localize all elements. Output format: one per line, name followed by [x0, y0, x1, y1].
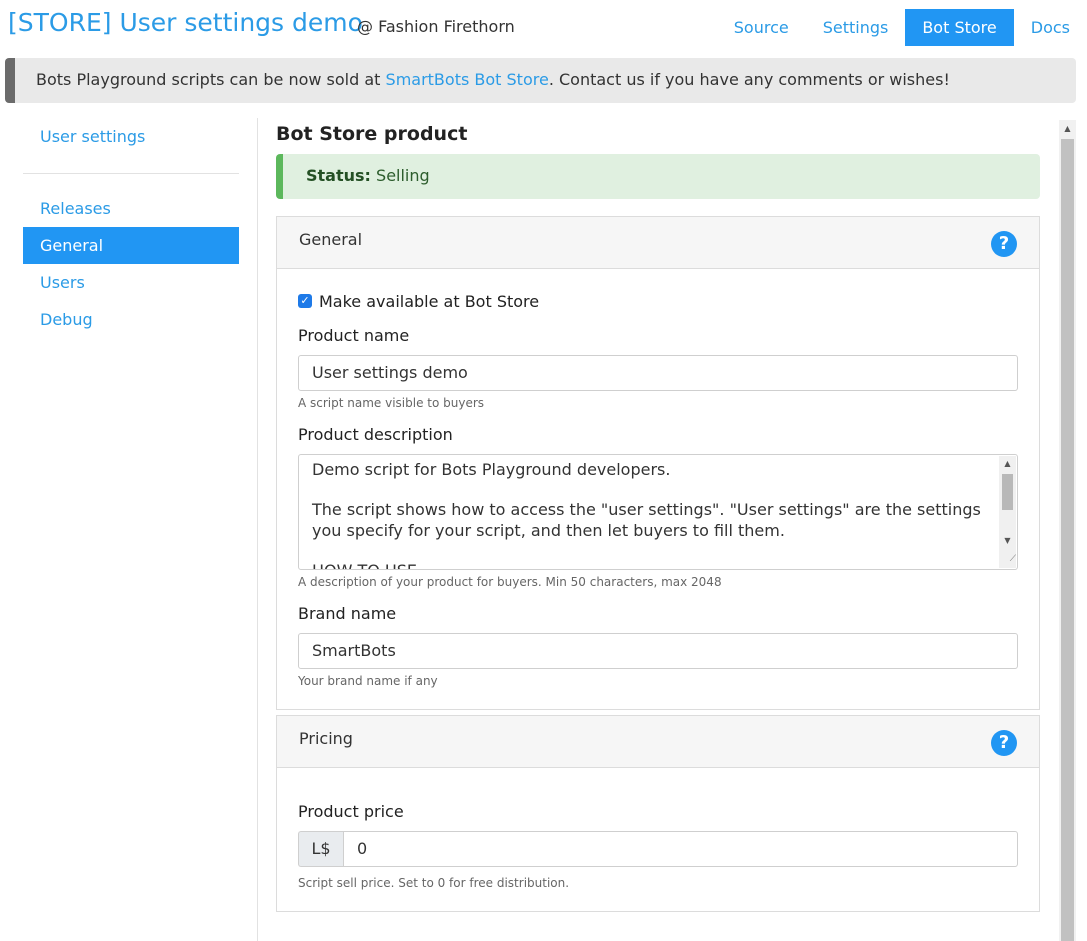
sidebar-item-releases[interactable]: Releases	[23, 190, 239, 227]
help-icon[interactable]: ?	[991, 730, 1017, 756]
available-checkbox-label[interactable]: Make available at Bot Store	[319, 292, 539, 311]
textarea-scrollbar[interactable]: ▲ ▼ ⟋	[999, 456, 1016, 568]
available-checkbox-row[interactable]: ✓ Make available at Bot Store	[298, 290, 1018, 312]
available-checkbox[interactable]: ✓	[298, 294, 312, 308]
product-name-input[interactable]: User settings demo	[298, 355, 1018, 391]
owner-label: @ Fashion Firethorn	[357, 17, 515, 36]
nav-settings[interactable]: Settings	[806, 9, 906, 46]
page-scrollbar[interactable]: ▲	[1059, 120, 1076, 941]
header: [STORE] User settings demo @ Fashion Fir…	[0, 0, 1087, 56]
banner-text-before: Bots Playground scripts can be now sold …	[36, 70, 386, 89]
product-price-input[interactable]: 0	[343, 831, 1018, 867]
product-description-textarea[interactable]: Demo script for Bots Playground develope…	[298, 454, 1018, 570]
general-panel-header: General ?	[277, 217, 1039, 269]
brand-name-input[interactable]: SmartBots	[298, 633, 1018, 669]
product-description-help: A description of your product for buyers…	[298, 575, 722, 589]
top-nav: Source Settings Bot Store Docs	[717, 9, 1087, 46]
nav-source[interactable]: Source	[717, 9, 806, 46]
sidebar-item-general[interactable]: General	[23, 227, 239, 264]
scroll-up-arrow-icon[interactable]: ▲	[1059, 122, 1076, 136]
resize-grip-icon[interactable]: ⟋	[1001, 554, 1016, 568]
help-icon[interactable]: ?	[991, 231, 1017, 257]
scrollbar-thumb[interactable]	[1002, 474, 1013, 510]
general-panel-body: ✓ Make available at Bot Store Product na…	[277, 269, 1039, 709]
status-label: Status:	[306, 166, 371, 185]
bot-store-link[interactable]: SmartBots Bot Store	[386, 70, 549, 89]
currency-addon: L$	[298, 831, 343, 867]
status-value: Selling	[376, 166, 430, 185]
general-panel: General ? ✓ Make available at Bot Store …	[276, 216, 1040, 710]
product-price-label: Product price	[298, 802, 404, 821]
scroll-up-arrow-icon[interactable]: ▲	[999, 457, 1016, 471]
status-badge: Status: Selling	[276, 154, 1040, 199]
sidebar-item-user-settings[interactable]: User settings	[23, 118, 239, 155]
product-description-label: Product description	[298, 425, 453, 444]
product-price-group: L$ 0	[298, 831, 1018, 867]
product-name-label: Product name	[298, 326, 410, 345]
pricing-panel: Pricing ? Product price L$ 0 Script sell…	[276, 715, 1040, 912]
pricing-panel-body: Product price L$ 0 Script sell price. Se…	[277, 768, 1039, 911]
sidebar-item-debug[interactable]: Debug	[23, 301, 239, 338]
nav-bot-store[interactable]: Bot Store	[905, 9, 1014, 46]
sidebar-divider	[23, 173, 239, 174]
product-price-help: Script sell price. Set to 0 for free dis…	[298, 876, 570, 890]
vertical-divider	[257, 118, 258, 941]
product-description-text: Demo script for Bots Playground develope…	[312, 459, 983, 569]
section-title: Bot Store product	[276, 123, 468, 145]
brand-name-label: Brand name	[298, 604, 397, 623]
description-line: The script shows how to access the "user…	[312, 500, 981, 540]
sidebar-item-users[interactable]: Users	[23, 264, 239, 301]
sidebar: User settings Releases General Users Deb…	[23, 118, 239, 338]
product-name-help: A script name visible to buyers	[298, 396, 485, 410]
description-line: HOW TO USE	[312, 560, 983, 569]
description-line: Demo script for Bots Playground develope…	[312, 460, 671, 479]
page-scrollbar-thumb[interactable]	[1061, 139, 1074, 941]
banner-text-after: . Contact us if you have any comments or…	[548, 70, 950, 89]
scroll-down-arrow-icon[interactable]: ▼	[999, 534, 1016, 548]
pricing-panel-header: Pricing ?	[277, 716, 1039, 768]
brand-name-help: Your brand name if any	[298, 674, 438, 688]
page-title[interactable]: [STORE] User settings demo	[8, 8, 363, 37]
nav-docs[interactable]: Docs	[1014, 9, 1087, 46]
info-banner: Bots Playground scripts can be now sold …	[5, 58, 1076, 103]
main-content: Bot Store product Status: Selling Genera…	[276, 118, 1040, 912]
general-panel-title: General	[299, 230, 363, 249]
pricing-panel-title: Pricing	[299, 729, 353, 748]
